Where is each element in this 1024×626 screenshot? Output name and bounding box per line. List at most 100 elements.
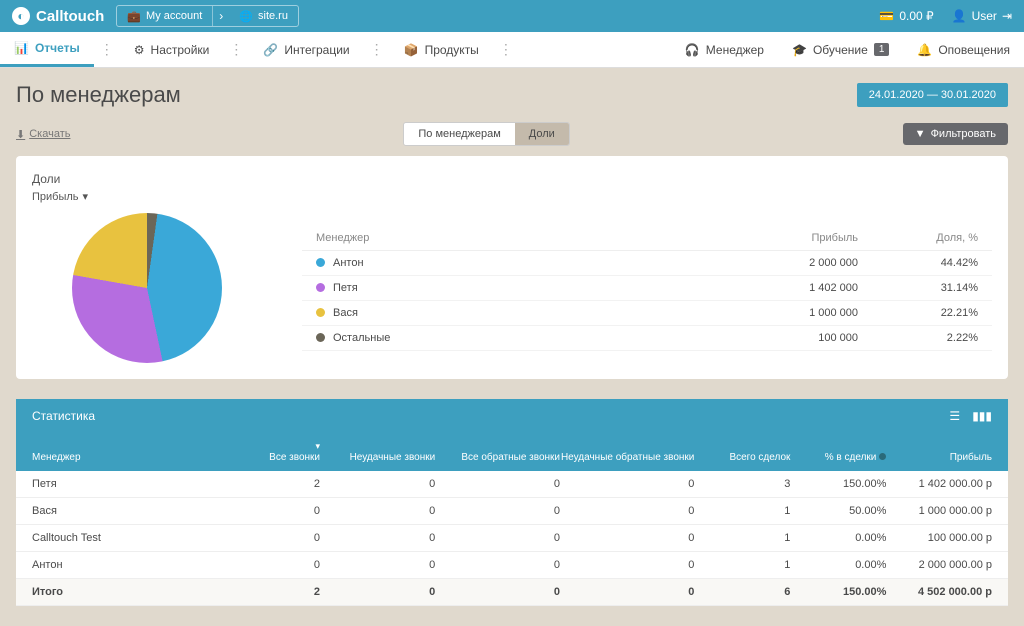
col-h-all-calls[interactable]: ▾Все звонки (224, 441, 320, 463)
col-h-failed-calls[interactable]: Неудачные звонки (320, 452, 435, 463)
cell-manager: Итого (32, 586, 224, 598)
tab-managers[interactable]: По менеджерам (404, 123, 514, 145)
nav-products[interactable]: 📦 Продукты (390, 32, 493, 67)
chevron-right-icon: › (212, 6, 229, 26)
wallet[interactable]: 💳 0.00 ₽ (879, 9, 933, 23)
cell-total-deals: 1 (694, 532, 790, 544)
cell-total-deals: 3 (694, 478, 790, 490)
cell-failed-callbacks: 0 (560, 532, 694, 544)
cell-all-callbacks: 0 (435, 505, 560, 517)
table-row[interactable]: Вася0000150.00%1 000 000.00 р (16, 498, 1008, 525)
tab-shares[interactable]: Доли (515, 123, 569, 145)
nav-integrations[interactable]: 🔗 Интеграции (249, 32, 363, 67)
legend-profit: 2 000 000 (718, 257, 858, 269)
legend-name: Петя (316, 282, 718, 294)
stats-header: Статистика ☰ ▮▮▮ (16, 399, 1008, 433)
breadcrumb-account-label: My account (146, 10, 202, 22)
briefcase-icon: 💼 (127, 10, 141, 23)
cell-total-deals: 1 (694, 505, 790, 517)
toolbar: ⬇ Скачать По менеджерам Доли ▼ Фильтрова… (0, 122, 1024, 156)
legend-table: Менеджер Прибыль Доля, % Антон2 000 0004… (302, 226, 992, 351)
nav-training[interactable]: 🎓 Обучение 1 (778, 32, 903, 67)
col-h-total-deals[interactable]: Всего сделок (694, 452, 790, 463)
cell-failed-calls: 0 (320, 586, 435, 598)
globe-icon: 🌐 (239, 10, 253, 23)
filter-label: Фильтровать (931, 128, 996, 140)
legend-row[interactable]: Вася1 000 00022.21% (302, 301, 992, 326)
user-menu[interactable]: 👤 User ⇥ (952, 9, 1012, 23)
view-tabs: По менеджерам Доли (403, 122, 569, 146)
table-row[interactable]: Петя20003150.00%1 402 000.00 р (16, 471, 1008, 498)
legend-row[interactable]: Петя1 402 00031.14% (302, 276, 992, 301)
cell-all-calls: 2 (224, 478, 320, 490)
color-dot (316, 258, 325, 267)
nav-settings[interactable]: ⚙ Настройки (120, 32, 224, 67)
breadcrumb-site[interactable]: 🌐 site.ru (229, 6, 298, 26)
bell-icon: 🔔 (917, 43, 932, 57)
legend-name: Вася (316, 307, 718, 319)
metric-label: Прибыль (32, 191, 79, 203)
legend-profit: 1 000 000 (718, 307, 858, 319)
nav-products-label: Продукты (425, 43, 479, 57)
brand-logo[interactable]: ◐ Calltouch (12, 7, 104, 25)
color-dot (316, 283, 325, 292)
cell-profit: 4 502 000.00 р (886, 586, 992, 598)
date-range-picker[interactable]: 24.01.2020 — 30.01.2020 (857, 83, 1008, 107)
nav-integrations-label: Интеграции (284, 43, 349, 57)
nav-integrations-more[interactable]: ⋮ (364, 32, 390, 67)
training-badge: 1 (874, 43, 890, 56)
funnel-icon: ▼ (915, 128, 926, 140)
nav-manager[interactable]: 🎧 Менеджер (671, 32, 778, 67)
col-profit: Прибыль (718, 232, 858, 244)
col-h-profit[interactable]: Прибыль (886, 452, 992, 463)
column-view-icon[interactable]: ▮▮▮ (972, 409, 992, 423)
filter-button[interactable]: ▼ Фильтровать (903, 123, 1008, 145)
cell-all-calls: 0 (224, 532, 320, 544)
breadcrumb-site-label: site.ru (258, 10, 288, 22)
nav-settings-more[interactable]: ⋮ (223, 32, 249, 67)
download-icon: ⬇ (16, 128, 25, 141)
stats-section: Статистика ☰ ▮▮▮ Менеджер ▾Все звонки Не… (16, 399, 1008, 606)
nav-products-more[interactable]: ⋮ (493, 32, 519, 67)
nav-reports[interactable]: 📊 Отчеты (0, 32, 94, 67)
stats-body: Петя20003150.00%1 402 000.00 рВася000015… (16, 471, 1008, 606)
logout-icon[interactable]: ⇥ (1002, 9, 1012, 23)
shares-card: Доли Прибыль ▾ Менеджер Прибыль Доля, % … (16, 156, 1008, 379)
legend-row[interactable]: Остальные100 0002.22% (302, 326, 992, 351)
info-icon[interactable] (879, 453, 886, 460)
stats-row-total: Итого20006150.00%4 502 000.00 р (16, 579, 1008, 606)
cell-profit: 1 000 000.00 р (886, 505, 992, 517)
main-nav: 📊 Отчеты ⋮ ⚙ Настройки ⋮ 🔗 Интеграции ⋮ … (0, 32, 1024, 68)
table-row[interactable]: Calltouch Test000010.00%100 000.00 р (16, 525, 1008, 552)
nav-notifications[interactable]: 🔔 Оповещения (903, 32, 1024, 67)
cell-total-deals: 1 (694, 559, 790, 571)
breadcrumb-account[interactable]: 💼 My account (117, 6, 212, 26)
col-h-all-callbacks[interactable]: Все обратные звонки (435, 452, 560, 463)
cell-manager: Вася (32, 505, 224, 517)
cell-failed-calls: 0 (320, 559, 435, 571)
col-h-failed-callbacks[interactable]: Неудачные обратные звонки (560, 452, 694, 463)
color-dot (316, 333, 325, 342)
reports-icon: 📊 (14, 41, 29, 55)
nav-training-label: Обучение (813, 43, 868, 57)
legend-row[interactable]: Антон2 000 00044.42% (302, 251, 992, 276)
cell-all-callbacks: 0 (435, 478, 560, 490)
cell-all-callbacks: 0 (435, 532, 560, 544)
cell-failed-calls: 0 (320, 505, 435, 517)
col-h-pct-deals[interactable]: % в сделки (790, 452, 886, 463)
legend-name: Остальные (316, 332, 718, 344)
color-dot (316, 308, 325, 317)
list-view-icon[interactable]: ☰ (949, 409, 960, 423)
cell-failed-calls: 0 (320, 532, 435, 544)
cell-failed-callbacks: 0 (560, 478, 694, 490)
table-row[interactable]: Антон000010.00%2 000 000.00 р (16, 552, 1008, 579)
col-h-manager[interactable]: Менеджер (32, 452, 224, 463)
download-link[interactable]: ⬇ Скачать (16, 128, 70, 141)
logo-icon: ◐ (12, 7, 30, 25)
nav-reports-more[interactable]: ⋮ (94, 32, 120, 67)
user-name: User (972, 9, 997, 23)
legend-name: Антон (316, 257, 718, 269)
metric-select[interactable]: Прибыль ▾ (32, 190, 992, 203)
cell-all-calls: 0 (224, 505, 320, 517)
balance-value: 0.00 ₽ (899, 9, 933, 23)
